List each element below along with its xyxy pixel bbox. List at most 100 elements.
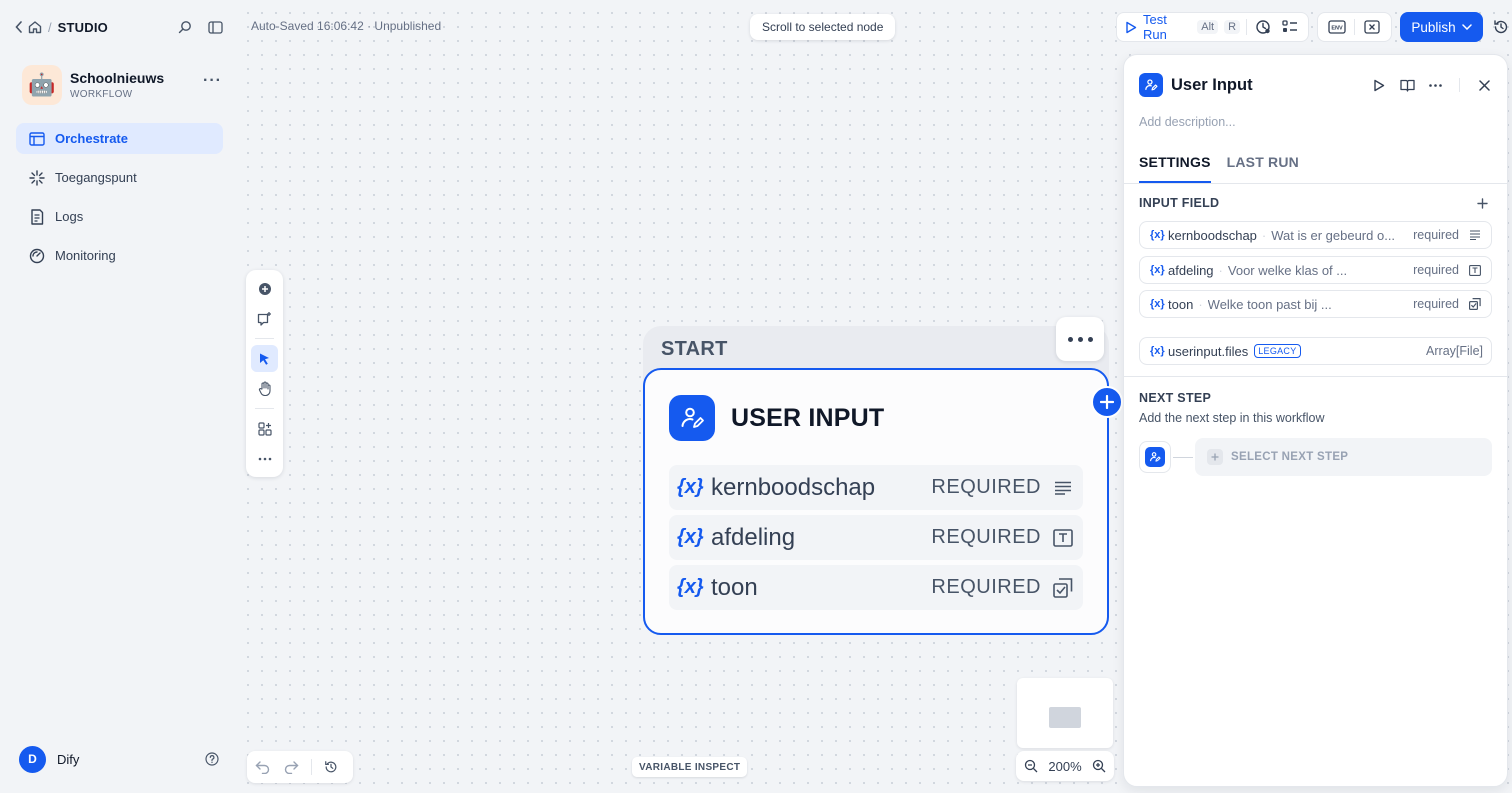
node-field-required: REQUIRED [931,526,1041,548]
play-icon[interactable] [1125,21,1137,34]
field-label: Welke toon past bij ... [1207,296,1332,312]
history-icon[interactable] [324,760,338,774]
checklist-clock-icon[interactable] [1253,16,1274,38]
history-icon[interactable] [1491,16,1512,38]
user-name: Dify [57,751,80,767]
app-avatar: 🤖 [22,65,62,105]
text-input-icon [1051,526,1075,550]
add-node-icon[interactable] [251,275,278,302]
user-account[interactable]: D Dify [19,745,219,773]
minimap-node [1049,707,1081,728]
env-icon[interactable]: ENV [1326,16,1348,38]
field-required: required [1413,263,1459,277]
text-input-icon [1467,262,1483,278]
zoom-out-icon[interactable] [1024,759,1038,773]
tab-last-run[interactable]: LAST RUN [1227,154,1299,183]
undo-icon[interactable] [255,760,271,774]
variable-inspect-button[interactable]: VARIABLE INSPECT [632,757,748,777]
select-next-step-button[interactable]: SELECT NEXT STEP [1195,438,1492,476]
endpoint-icon [28,169,46,187]
node-field-name: afdeling [711,523,796,551]
breadcrumb-studio[interactable]: STUDIO [58,20,108,35]
description-input[interactable]: Add description... [1139,115,1236,129]
sidebar-item-toegangspunt[interactable]: Toegangspunt [16,162,223,193]
node-settings-panel: User Input Add description... SETTINGS L… [1123,54,1508,787]
sidebar-item-label: Logs [55,209,84,224]
connector-line [1173,456,1193,458]
run-node-icon[interactable] [1369,75,1389,95]
tab-settings[interactable]: SETTINGS [1139,154,1211,183]
variable-icon: {x} [677,526,704,548]
sidebar-item-orchestrate[interactable]: Orchestrate [16,123,223,154]
panel-title[interactable]: User Input [1171,76,1253,95]
search-icon[interactable] [176,18,194,36]
test-run-button[interactable]: Test Run [1143,12,1191,42]
user-input-node[interactable]: USER INPUT {x} kernboodschap REQUIRED {x… [643,368,1109,635]
node-field-name: kernboodschap [711,473,876,501]
select-next-step-label: SELECT NEXT STEP [1231,451,1349,463]
add-field-icon[interactable] [1474,195,1490,211]
input-field-title: INPUT FIELD [1139,196,1220,210]
publish-button[interactable]: Publish [1400,12,1483,42]
next-step-row: SELECT NEXT STEP [1139,438,1492,476]
input-field-row[interactable]: {x} toon · Welke toon past bij ... requi… [1139,290,1492,318]
layout-icon [28,130,46,148]
field-required: required [1413,228,1459,242]
more-options-icon[interactable]: ··· [203,72,222,98]
sidebar-toggle-icon[interactable] [206,18,224,36]
more-options-icon[interactable] [1425,75,1445,95]
close-icon[interactable] [1474,75,1494,95]
checklist-icon[interactable] [1280,16,1301,38]
pointer-icon[interactable] [251,345,278,372]
field-name: afdeling [1168,262,1214,278]
variable-icon[interactable] [1361,16,1383,38]
logs-icon [28,208,46,226]
help-book-icon[interactable] [1397,75,1417,95]
env-group: ENV [1317,12,1393,42]
field-name: kernboodschap [1168,227,1257,243]
hand-icon[interactable] [251,375,278,402]
variable-icon: {x} [677,576,704,598]
paragraph-icon [1051,476,1075,500]
input-field-row[interactable]: {x} afdeling · Voor welke klas of ... re… [1139,256,1492,284]
variable-icon: {x} [1150,345,1165,357]
sidebar-item-monitoring[interactable]: Monitoring [16,240,223,271]
zoom-in-icon[interactable] [1092,759,1106,773]
breadcrumb-separator: / [48,19,52,35]
help-icon[interactable] [205,752,219,766]
field-required: required [1413,297,1459,311]
node-field-row: {x} afdeling REQUIRED [669,515,1083,560]
canvas-toolbox [246,270,283,477]
select-icon [1467,296,1483,312]
publish-label: Publish [1411,19,1456,35]
organize-blocks-icon[interactable] [251,415,278,442]
test-run-group: Test Run Alt R [1116,12,1310,42]
add-next-node-icon[interactable] [1091,386,1123,418]
variable-icon: {x} [677,476,704,498]
sidebar-item-label: Monitoring [55,248,116,263]
node-more-options-icon[interactable] [1056,317,1104,361]
sidebar-item-logs[interactable]: Logs [16,201,223,232]
redo-icon[interactable] [283,760,299,774]
app-name: Schoolnieuws [70,70,165,86]
field-label: Wat is er gebeurd o... [1271,227,1396,243]
chevron-left-icon[interactable] [12,17,26,37]
svg-text:ENV: ENV [1332,26,1344,32]
user-input-icon [669,395,715,441]
legacy-badge: LEGACY [1254,344,1301,358]
field-type: Array[File] [1426,344,1483,358]
current-node-icon [1139,441,1171,473]
scroll-to-selected-button[interactable]: Scroll to selected node [750,14,896,40]
add-note-icon[interactable] [251,305,278,332]
home-icon[interactable] [26,17,44,37]
app-info[interactable]: 🤖 Schoolnieuws WORKFLOW ··· [22,64,222,106]
shortcut-alt: Alt [1197,20,1219,34]
zoom-level[interactable]: 200% [1048,759,1081,774]
shortcut-key: R [1224,20,1241,34]
sidebar-item-label: Orchestrate [55,131,128,146]
more-tools-icon[interactable] [251,445,278,472]
input-field-row[interactable]: {x} kernboodschap · Wat is er gebeurd o.… [1139,221,1492,249]
app-type: WORKFLOW [70,89,133,100]
minimap[interactable] [1017,678,1113,748]
node-title: USER INPUT [731,403,885,432]
